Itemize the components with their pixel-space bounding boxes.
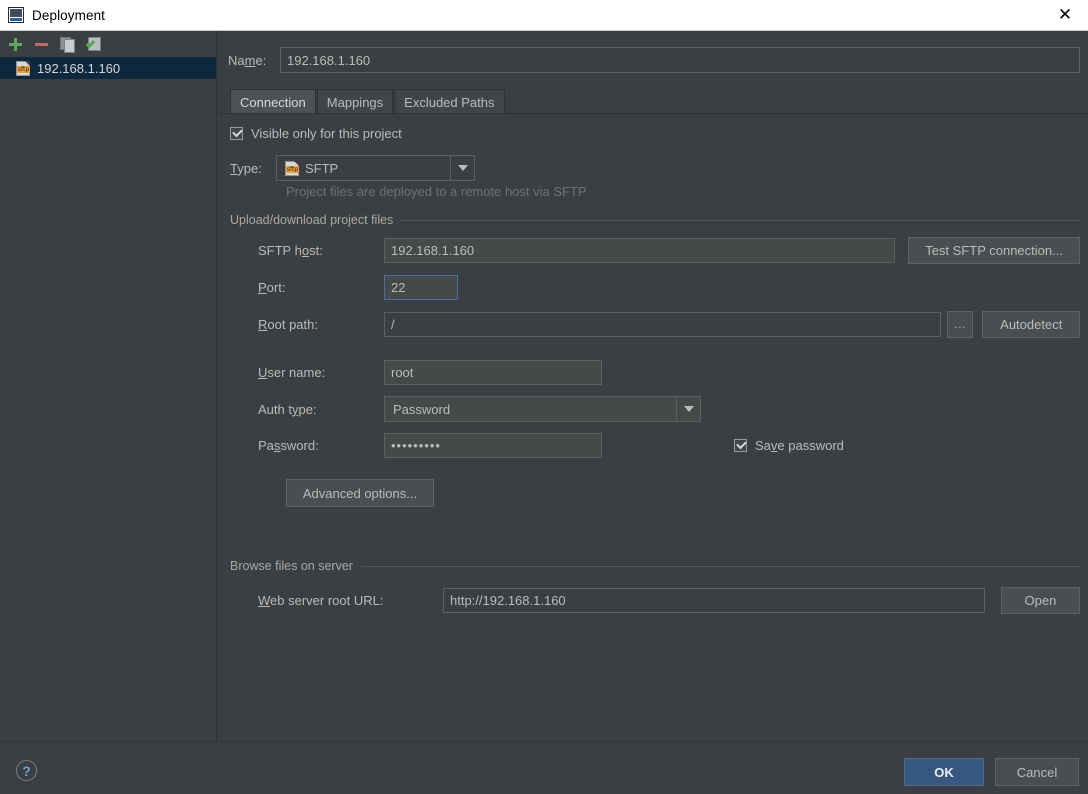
browse-group-separator: Browse files on server (230, 559, 1080, 573)
advanced-options-row: Advanced options... (230, 479, 1080, 507)
auth-type-row: Auth type: Password (230, 396, 1080, 422)
sftp-type-icon: sftp (285, 160, 299, 176)
root-path-label: Root path: (258, 317, 318, 332)
upload-group-separator: Upload/download project files (230, 213, 1080, 227)
type-label: Type: (230, 160, 262, 176)
root-path-row: Root path: ... Autodetect (230, 311, 1080, 338)
visible-only-label: Visible only for this project (251, 126, 402, 141)
sftp-host-input[interactable] (384, 238, 896, 263)
type-combobox-text: SFTP (305, 160, 339, 176)
user-name-input[interactable] (384, 360, 602, 385)
auth-type-combobox-text: Password (393, 401, 451, 417)
visible-only-row: Visible only for this project (230, 126, 1080, 141)
copy-button[interactable] (56, 33, 78, 55)
dialog-body: sftp 192.168.1.160 Name: Connection Mapp… (0, 31, 1088, 741)
root-path-input[interactable] (384, 312, 942, 337)
password-input[interactable] (384, 433, 602, 458)
add-button[interactable] (4, 33, 26, 55)
check-document-icon (85, 36, 101, 52)
browse-root-path-button[interactable]: ... (947, 311, 974, 338)
visible-only-checkbox[interactable] (230, 127, 243, 140)
close-icon[interactable]: ✕ (1042, 0, 1088, 30)
remove-button[interactable] (30, 33, 52, 55)
type-row: Type: sftp SFTP (230, 155, 1080, 181)
web-server-root-url-input[interactable] (443, 588, 985, 613)
auth-type-combobox-value: Password (384, 396, 676, 422)
open-url-button[interactable]: Open (1000, 587, 1080, 614)
upload-group-title: Upload/download project files (230, 213, 394, 227)
web-url-row: Web server root URL: Open (230, 587, 1080, 614)
tab-connection[interactable]: Connection (230, 89, 316, 114)
auth-type-combobox-arrow[interactable] (676, 396, 701, 422)
servers-sidebar: sftp 192.168.1.160 (0, 31, 217, 741)
tab-bar: Connection Mappings Excluded Paths (218, 89, 1088, 114)
save-password-label: Save password (755, 438, 844, 453)
name-input[interactable] (280, 47, 1080, 73)
port-input[interactable] (384, 275, 458, 300)
window-title: Deployment (32, 7, 106, 23)
advanced-options-button[interactable]: Advanced options... (286, 479, 434, 507)
sftp-host-label: SFTP host: (258, 243, 323, 258)
name-row: Name: (218, 31, 1088, 73)
port-label: Port: (258, 280, 286, 295)
sftp-host-row: SFTP host: Test SFTP connection... (230, 237, 1080, 264)
password-row: Password: Save password (230, 433, 1080, 458)
cancel-button[interactable]: Cancel (995, 758, 1079, 786)
auth-type-combobox[interactable]: Password (384, 396, 701, 422)
type-combobox[interactable]: sftp SFTP (276, 155, 475, 181)
web-url-label: Web server root URL: (258, 593, 384, 608)
auth-type-label: Auth type: (258, 401, 317, 417)
name-label: Name: (228, 52, 267, 68)
sidebar-item-server[interactable]: sftp 192.168.1.160 (0, 57, 216, 79)
autodetect-button[interactable]: Autodetect (982, 311, 1080, 338)
sftp-icon-label: sftp (17, 65, 30, 73)
password-label: Password: (258, 438, 319, 453)
connection-tab-content: Visible only for this project Type: sftp… (218, 114, 1088, 614)
type-combobox-arrow[interactable] (450, 155, 475, 181)
set-default-button[interactable] (82, 33, 104, 55)
sidebar-toolbar (0, 31, 216, 57)
plus-icon (8, 37, 22, 51)
type-hint: Project files are deployed to a remote h… (286, 184, 587, 199)
dialog-footer: ? OK Cancel (0, 741, 1088, 794)
chevron-down-icon (683, 406, 694, 412)
sidebar-item-label: 192.168.1.160 (37, 60, 121, 76)
divider (360, 565, 1080, 567)
title-bar: Deployment ✕ (0, 0, 1088, 31)
user-name-label: User name: (258, 365, 326, 380)
help-icon[interactable]: ? (16, 760, 37, 781)
tab-underline (218, 113, 1088, 114)
settings-panel: Name: Connection Mappings Excluded Paths… (218, 31, 1088, 741)
copy-icon (60, 37, 75, 53)
sftp-type-icon-label: sftp (286, 165, 299, 173)
test-sftp-connection-button[interactable]: Test SFTP connection... (908, 237, 1080, 264)
port-row: Port: (230, 275, 1080, 300)
type-combobox-value: sftp SFTP (276, 155, 450, 181)
browse-group-title: Browse files on server (230, 559, 353, 573)
user-name-row: User name: (230, 360, 1080, 385)
minus-icon (34, 42, 48, 46)
tab-excluded-paths[interactable]: Excluded Paths (394, 89, 505, 114)
sftp-server-icon: sftp (16, 60, 30, 76)
divider (401, 219, 1080, 221)
ok-button[interactable]: OK (904, 758, 984, 786)
tab-mappings[interactable]: Mappings (316, 89, 394, 114)
save-password-checkbox[interactable] (734, 439, 747, 452)
intellij-idea-icon (8, 7, 24, 23)
chevron-down-icon (457, 165, 468, 171)
